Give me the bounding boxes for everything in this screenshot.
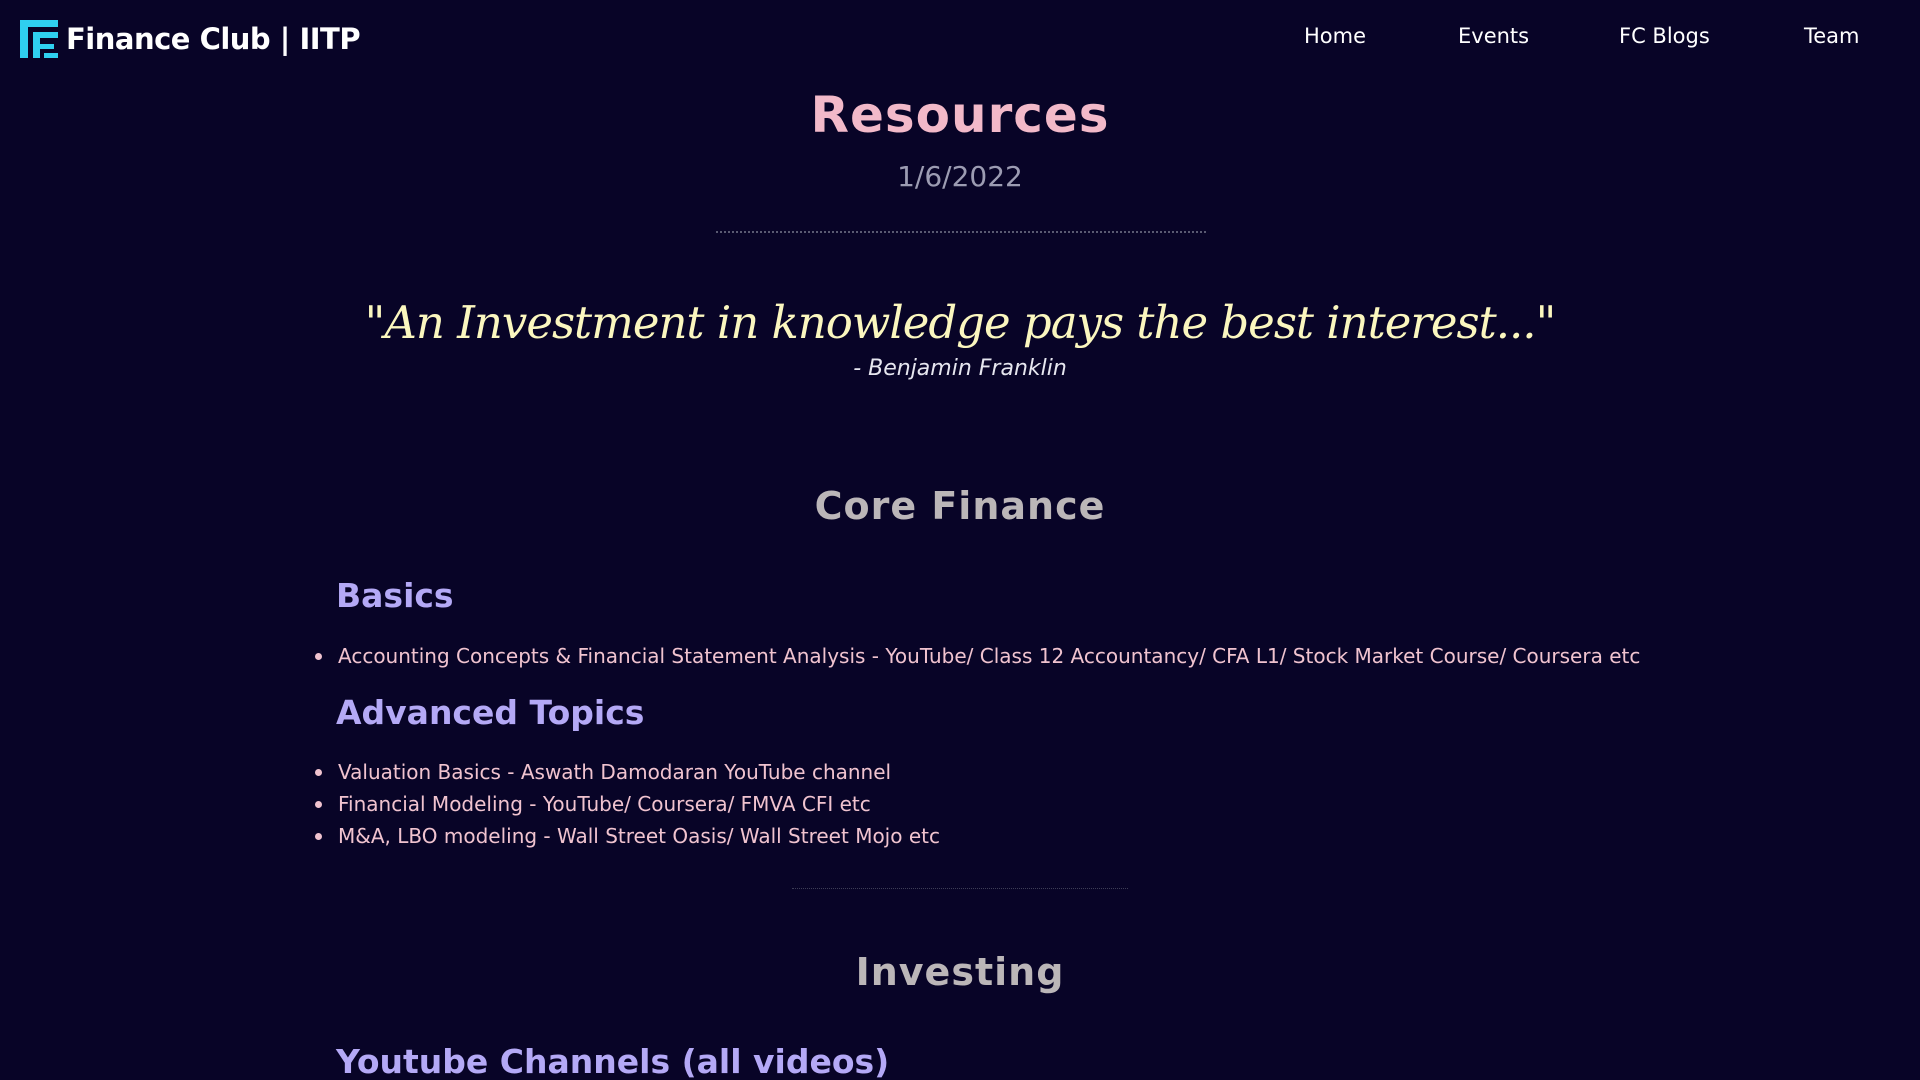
quote-author: - Benjamin Franklin bbox=[853, 356, 1067, 381]
section-title-core-finance: Core Finance bbox=[814, 484, 1106, 528]
page-title: Resources bbox=[810, 86, 1110, 144]
subsection-title-basics: Basics bbox=[336, 576, 454, 615]
nav-home[interactable]: Home bbox=[1304, 24, 1366, 48]
subsection-title-youtube-channels: Youtube Channels (all videos) bbox=[336, 1042, 890, 1080]
navbar: Finance Club | IITP Home Events FC Blogs… bbox=[0, 0, 1920, 78]
basics-list: Accounting Concepts & Financial Statemen… bbox=[312, 640, 1640, 672]
subsection-title-advanced-topics: Advanced Topics bbox=[336, 693, 645, 732]
nav-fc-blogs[interactable]: FC Blogs bbox=[1619, 24, 1710, 48]
bullet-icon bbox=[315, 801, 322, 808]
list-item: Accounting Concepts & Financial Statemen… bbox=[312, 640, 1640, 672]
list-item-text: Accounting Concepts & Financial Statemen… bbox=[338, 644, 1641, 668]
nav-events[interactable]: Events bbox=[1458, 24, 1529, 48]
page-date: 1/6/2022 bbox=[897, 160, 1023, 193]
bullet-icon bbox=[315, 769, 322, 776]
list-item-text: Valuation Basics - Aswath Damodaran YouT… bbox=[338, 760, 892, 784]
list-item: M&A, LBO modeling - Wall Street Oasis/ W… bbox=[312, 820, 940, 852]
fc-logo-icon bbox=[20, 20, 58, 58]
section-divider bbox=[792, 888, 1128, 889]
quote-text: "An Investment in knowledge pays the bes… bbox=[364, 296, 1557, 349]
bullet-icon bbox=[315, 653, 322, 660]
section-title-investing: Investing bbox=[855, 950, 1065, 994]
list-item: Financial Modeling - YouTube/ Coursera/ … bbox=[312, 788, 940, 820]
brand-name: Finance Club | IITP bbox=[66, 22, 361, 56]
advanced-topics-list: Valuation Basics - Aswath Damodaran YouT… bbox=[312, 756, 940, 852]
title-divider bbox=[716, 231, 1206, 233]
list-item-text: Financial Modeling - YouTube/ Coursera/ … bbox=[338, 792, 871, 816]
list-item: Valuation Basics - Aswath Damodaran YouT… bbox=[312, 756, 940, 788]
bullet-icon bbox=[315, 833, 322, 840]
list-item-text: M&A, LBO modeling - Wall Street Oasis/ W… bbox=[338, 824, 940, 848]
nav-team[interactable]: Team bbox=[1804, 24, 1860, 48]
brand-link[interactable]: Finance Club | IITP bbox=[20, 20, 361, 58]
